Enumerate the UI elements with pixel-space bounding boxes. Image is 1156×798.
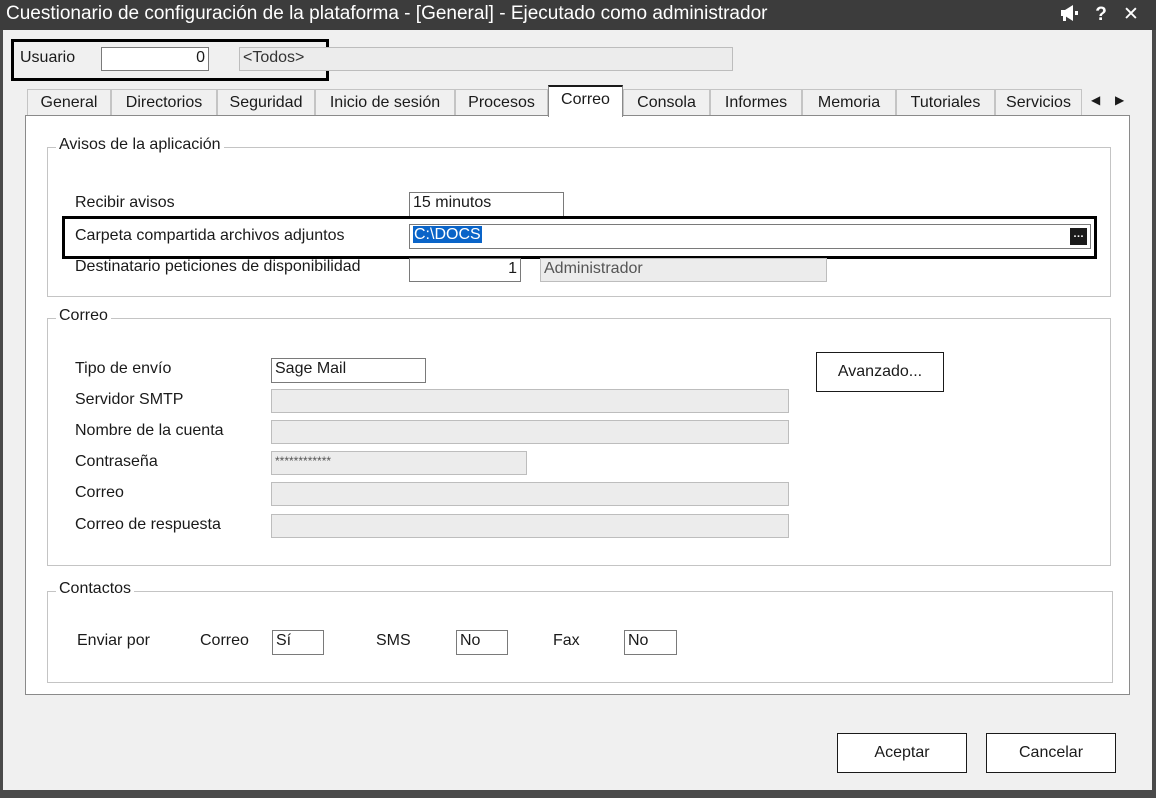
smtp-field xyxy=(271,389,789,413)
respuesta-label: Correo de respuesta xyxy=(75,516,221,533)
tab-tutoriales[interactable]: Tutoriales xyxy=(896,89,995,117)
megaphone-icon[interactable] xyxy=(1058,3,1080,27)
aceptar-button[interactable]: Aceptar xyxy=(837,733,967,773)
window-title: Cuestionario de configuración de la plat… xyxy=(6,3,768,24)
carpeta-label: Carpeta compartida archivos adjuntos xyxy=(75,227,345,244)
tab-memoria[interactable]: Memoria xyxy=(802,89,896,117)
destinatario-label: Destinatario peticiones de disponibilida… xyxy=(75,258,361,275)
password-field: ************ xyxy=(271,451,527,475)
correo-field xyxy=(271,482,789,506)
password-label: Contraseña xyxy=(75,453,158,470)
tab-inicio-sesion[interactable]: Inicio de sesión xyxy=(315,89,455,117)
tipo-envio-label: Tipo de envío xyxy=(75,360,172,377)
cancelar-button[interactable]: Cancelar xyxy=(986,733,1116,773)
user-label: Usuario xyxy=(20,49,76,66)
cuenta-label: Nombre de la cuenta xyxy=(75,422,224,439)
avanzado-button[interactable]: Avanzado... xyxy=(816,352,944,392)
contactos-group-title: Contactos xyxy=(56,580,135,598)
correo-label: Correo xyxy=(75,484,124,501)
tab-directorios[interactable]: Directorios xyxy=(111,89,217,117)
contacto-correo-select[interactable]: Sí xyxy=(272,630,324,655)
title-bar: Cuestionario de configuración de la plat… xyxy=(0,0,1156,30)
respuesta-field xyxy=(271,514,789,538)
enviar-por-label: Enviar por xyxy=(77,632,150,649)
destinatario-code-input[interactable]: 1 xyxy=(409,258,521,282)
contacto-correo-label: Correo xyxy=(200,632,249,649)
smtp-label: Servidor SMTP xyxy=(75,391,184,408)
user-code-input[interactable]: 0 xyxy=(101,47,209,71)
sms-label: SMS xyxy=(376,632,411,649)
tab-servicios[interactable]: Servicios xyxy=(995,89,1082,117)
tab-consola[interactable]: Consola xyxy=(623,89,710,117)
sms-select[interactable]: No xyxy=(456,630,508,655)
recibir-avisos-select[interactable]: 15 minutos xyxy=(409,192,564,217)
browse-ellipsis-button[interactable]: … xyxy=(1070,228,1087,245)
user-name-field: <Todos> xyxy=(239,47,733,71)
help-icon[interactable]: ? xyxy=(1090,3,1112,27)
tab-scroll-left-icon[interactable]: ◀ xyxy=(1091,93,1100,107)
tab-scroll-right-icon[interactable]: ▶ xyxy=(1115,93,1124,107)
fax-label: Fax xyxy=(553,632,580,649)
avisos-group-title: Avisos de la aplicación xyxy=(56,136,224,154)
tab-seguridad[interactable]: Seguridad xyxy=(217,89,315,117)
correo-tab-panel: Avisos de la aplicación Recibir avisos 1… xyxy=(25,115,1130,695)
recibir-avisos-label: Recibir avisos xyxy=(75,194,175,211)
config-window: Usuario 0 <Todos> General Directorios Se… xyxy=(3,30,1152,790)
tab-procesos[interactable]: Procesos xyxy=(455,89,548,117)
close-icon[interactable]: ✕ xyxy=(1120,3,1142,27)
tab-informes[interactable]: Informes xyxy=(710,89,802,117)
tab-correo[interactable]: Correo xyxy=(548,85,623,117)
carpeta-input[interactable]: C:\DOCS … xyxy=(409,224,1091,249)
tipo-envio-select[interactable]: Sage Mail xyxy=(271,358,426,383)
fax-select[interactable]: No xyxy=(624,630,677,655)
tab-general[interactable]: General xyxy=(27,89,111,117)
destinatario-name-field: Administrador xyxy=(540,258,827,282)
correo-group-title: Correo xyxy=(56,307,111,325)
carpeta-value: C:\DOCS xyxy=(413,226,482,243)
cuenta-field xyxy=(271,420,789,444)
